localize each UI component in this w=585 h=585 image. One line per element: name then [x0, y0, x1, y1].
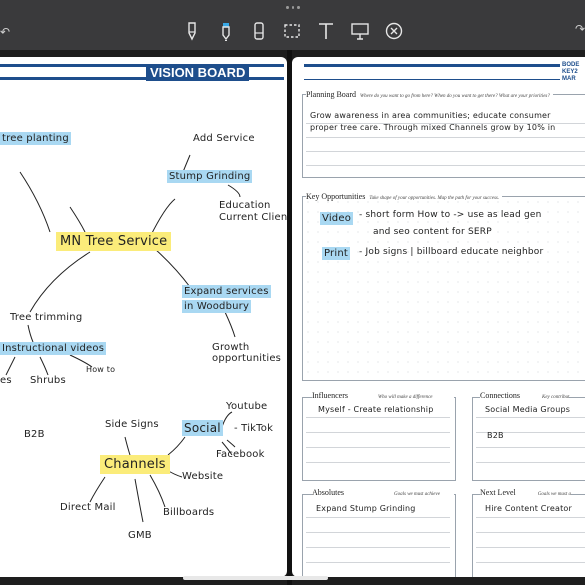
node-tiktok: - TikTok — [234, 423, 274, 434]
planning-line-1: Grow awareness in area communities; educ… — [310, 111, 551, 120]
marker-icon[interactable] — [216, 21, 236, 41]
node-how-to: How to — [86, 365, 116, 374]
text-icon[interactable] — [316, 21, 336, 41]
opportunity-print-tag: Print — [322, 247, 351, 260]
node-es: es — [0, 375, 12, 386]
node-instructional-videos: Instructional videos — [0, 342, 107, 355]
planning-line-2: proper tree care. Through mixed Channels… — [310, 123, 556, 132]
planning-page[interactable]: BODE KEY2 MAR Planning Board Where do you… — [292, 57, 585, 577]
node-center-mn-tree-service: MN Tree Service — [56, 232, 172, 251]
key-opportunities-title: Key Opportunities Take shape of your oppo… — [306, 192, 503, 201]
opportunity-video-tag: Video — [320, 212, 354, 225]
node-add-service: Add Service — [193, 133, 255, 144]
node-social: Social — [182, 420, 223, 436]
node-education: Education — [219, 200, 271, 211]
close-circle-icon[interactable] — [384, 21, 404, 41]
opportunity-video-text-1: - short form How to -> use as lead gen — [359, 210, 542, 220]
undo-icon[interactable]: ↶ — [0, 25, 10, 39]
redo-icon[interactable]: ↷ — [575, 22, 585, 36]
header-rule — [304, 79, 560, 80]
header-rule — [304, 64, 560, 67]
connections-entry-2: B2B — [487, 431, 504, 440]
absolutes-title: Absolutes Goals we must achieve — [312, 488, 454, 497]
node-website: Website — [182, 471, 224, 482]
node-current-clients: Current Clients — [219, 212, 287, 223]
home-indicator-secondary[interactable] — [298, 576, 328, 580]
influencers-entry: Myself - Create relationship — [318, 405, 434, 414]
connections-entry-1: Social Media Groups — [485, 405, 571, 414]
node-youtube: Youtube — [226, 401, 268, 412]
eraser-icon[interactable] — [249, 21, 269, 41]
node-expand-services: Expand services — [182, 285, 271, 298]
node-in-woodbury: in Woodbury — [182, 300, 252, 313]
node-growth: Growth — [212, 342, 250, 353]
whiteboard-icon[interactable] — [350, 21, 370, 41]
pen-icon[interactable] — [182, 21, 202, 41]
toolbar-grabber[interactable] — [286, 6, 301, 10]
node-tree-trimming: Tree trimming — [10, 312, 83, 323]
connections-title: Connections Key contribut — [480, 391, 570, 400]
absolutes-entry: Expand Stump Grinding — [316, 504, 416, 513]
top-toolbar: ↶ ↷ — [0, 0, 585, 50]
opportunity-video-text-2: and seo content for SERP — [373, 227, 492, 237]
node-side-signs: Side Signs — [105, 419, 159, 430]
node-b2b: B2B — [24, 429, 45, 440]
opportunity-print-text: - Job signs | billboard educate neighbor — [359, 247, 544, 257]
node-shrubs: Shrubs — [30, 375, 66, 386]
node-channels: Channels — [100, 455, 170, 474]
next-level-title: Next Level Goals we must a — [480, 488, 571, 497]
node-opportunities: opportunities — [212, 353, 282, 364]
next-level-entry: Hire Content Creator — [485, 504, 573, 513]
node-tree-planting: tree planting — [0, 132, 71, 145]
brand-logo: BODE KEY2 MAR — [562, 62, 580, 82]
influencers-title: Influencers Who will make a difference — [312, 391, 454, 400]
node-stump-grinding: Stump Grinding — [167, 170, 253, 183]
node-facebook: Facebook — [216, 449, 265, 460]
lasso-icon[interactable] — [282, 21, 302, 41]
node-gmb: GMB — [128, 530, 152, 541]
vision-board-page[interactable]: VISION BOARD tree planting Add Service S… — [0, 57, 287, 577]
planning-board-title: Planning Board Where do you want to go fr… — [306, 90, 553, 99]
node-billboards: Billboards — [163, 507, 215, 518]
home-indicator[interactable] — [183, 576, 303, 580]
node-direct-mail: Direct Mail — [60, 502, 116, 513]
